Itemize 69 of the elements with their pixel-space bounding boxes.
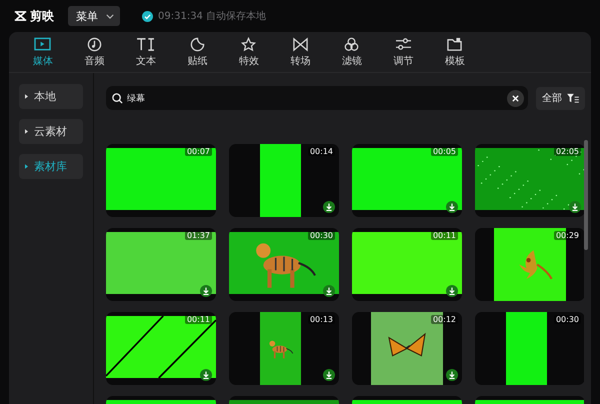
clip-duration: 00:30 (554, 315, 581, 324)
download-icon[interactable] (569, 201, 581, 213)
star-icon (239, 36, 258, 52)
sidebar-item[interactable]: 云素材 (19, 119, 83, 144)
folder-icon (445, 36, 464, 52)
save-status: 09:31:34 自动保存本地 (158, 10, 266, 23)
download-icon[interactable] (323, 369, 335, 381)
clip-card[interactable]: 00:30 (229, 228, 339, 301)
search-value: 绿幕 (127, 92, 146, 104)
clip-duration: 02:05 (554, 147, 581, 156)
search-field[interactable]: 绿幕 (106, 86, 528, 110)
tab[interactable]: 音频 (68, 32, 120, 72)
caret-icon (106, 14, 114, 18)
download-icon[interactable] (200, 285, 212, 297)
clip-card[interactable]: 00:13 (229, 312, 339, 385)
clip-duration: 00:30 (308, 231, 335, 240)
tab[interactable]: 转场 (274, 32, 326, 72)
download-icon[interactable] (446, 201, 458, 213)
clip-card[interactable]: 00:12 (352, 312, 462, 385)
circles-icon (342, 36, 362, 52)
close-icon (512, 94, 519, 102)
sidebar-item[interactable]: 素材库 (19, 154, 83, 179)
logo-icon (14, 11, 27, 21)
triangle-icon (25, 129, 28, 134)
filter-button[interactable]: 全部 (536, 86, 585, 110)
tab[interactable]: 滤镜 (326, 32, 378, 72)
clip-card[interactable]: 00:11 (106, 312, 216, 385)
download-icon[interactable] (323, 285, 335, 297)
clip-duration: 01:37 (184, 231, 212, 240)
clip-card[interactable]: 00:14 (229, 144, 339, 217)
app-name: 剪映 (30, 8, 54, 24)
clip-card[interactable]: 00:11 (352, 228, 462, 301)
tab[interactable]: 贴纸 (172, 32, 223, 72)
tab[interactable]: 特效 (223, 32, 274, 72)
tab[interactable]: 文本 (120, 32, 172, 72)
download-icon[interactable] (323, 201, 335, 213)
sliders-icon (394, 36, 413, 52)
clip-card[interactable]: 00:30 (475, 312, 584, 385)
download-icon[interactable] (446, 369, 458, 381)
check-icon (142, 10, 153, 22)
download-icon[interactable] (446, 285, 458, 297)
scrollbar[interactable] (584, 140, 588, 250)
tab[interactable]: 调节 (378, 32, 429, 72)
triangle-icon (25, 164, 28, 169)
clip-duration: 00:29 (554, 231, 581, 240)
clip-duration: 00:11 (184, 315, 212, 324)
clip-card[interactable]: 00:29 (475, 228, 584, 301)
bowtie-icon (290, 36, 310, 52)
clip-duration: 00:05 (430, 147, 458, 156)
clip-card[interactable]: 01:37 (106, 228, 216, 301)
triangle-icon (25, 94, 28, 99)
tab[interactable]: 模板 (429, 32, 480, 72)
search-icon (112, 92, 123, 104)
clip-duration: 00:12 (430, 315, 458, 324)
clip-card[interactable]: 02:05 (475, 144, 584, 217)
download-icon[interactable] (200, 369, 212, 381)
clip-duration: 00:11 (430, 231, 458, 240)
clip-duration: 00:14 (308, 147, 335, 156)
clip-card[interactable]: 00:07 (106, 144, 216, 217)
menu-button[interactable]: 菜单 (68, 6, 120, 26)
media-icon (33, 36, 52, 52)
clip-card[interactable]: 00:05 (352, 144, 462, 217)
clip-duration: 00:07 (184, 147, 212, 156)
text-icon (136, 36, 156, 52)
clear-button[interactable] (507, 90, 524, 106)
clip-duration: 00:13 (308, 315, 335, 324)
tab[interactable]: 媒体 (17, 32, 68, 72)
filter-icon (567, 93, 579, 103)
sidebar-item[interactable]: 本地 (19, 84, 83, 109)
